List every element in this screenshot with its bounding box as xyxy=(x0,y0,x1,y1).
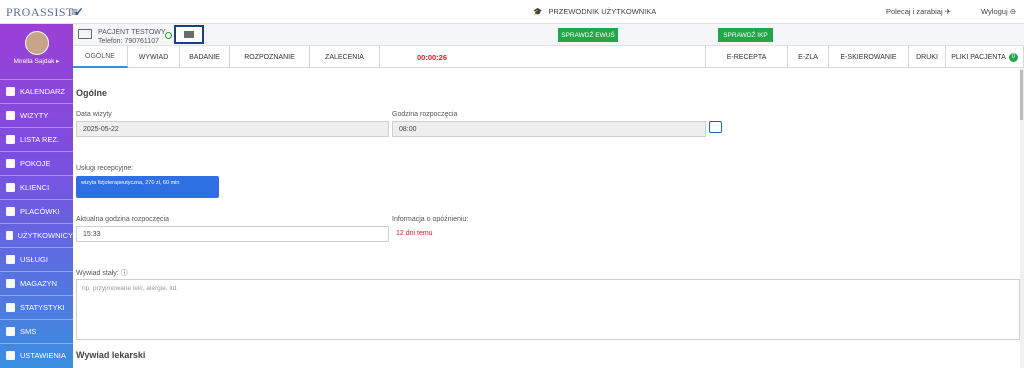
logout-link[interactable]: Wyloguj ⊖ xyxy=(981,7,1016,16)
sidebar-item-9[interactable]: STATYSTYKI xyxy=(0,295,73,319)
visit-date-field[interactable]: 2025-05-22 xyxy=(76,121,389,137)
sms-icon xyxy=(6,327,15,336)
user-guide-link[interactable]: 🎓 PRZEWODNIK UŻYTKOWNIKA xyxy=(533,7,656,16)
sidebar-item-label: WIZYTY xyxy=(20,111,49,120)
tab-patient-files[interactable]: PLIKI PACJENTA 0 xyxy=(946,46,1024,68)
actual-start-label: Aktualna godzina rozpoczęcia xyxy=(76,216,170,223)
tab-diagnosis[interactable]: ROZPOZNANIE xyxy=(230,46,310,68)
tab-e-referral[interactable]: E-SKIEROWANIE xyxy=(829,46,909,68)
sidebar-item-label: UŻYTKOWNICY xyxy=(17,231,73,240)
sidebar-item-label: MAGAZYN xyxy=(20,279,58,288)
tools-icon xyxy=(6,351,15,360)
user-profile[interactable]: Mirella Sajdak ▸ xyxy=(0,31,73,79)
sidebar-item-3[interactable]: POKOJE xyxy=(0,151,73,175)
actual-start-field[interactable]: 15:33 xyxy=(76,226,389,242)
sidebar-item-label: USTAWIENIA xyxy=(20,351,66,360)
patient-name: PACJENT TESTOWY xyxy=(98,29,166,36)
tab-recommendations[interactable]: ZALECENIA xyxy=(310,46,380,68)
tab-e-zla[interactable]: E-ZLA xyxy=(788,46,829,68)
sidebar-item-label: KLIENCI xyxy=(20,183,50,192)
check-ewus-button[interactable]: SPRAWDŹ EWUŚ xyxy=(558,28,618,42)
sidebar-item-2[interactable]: LISTA REZ. xyxy=(0,127,73,151)
visit-date-label: Data wizyty xyxy=(76,111,112,118)
calendar-edit-icon[interactable] xyxy=(709,121,722,133)
section-title: Ogólne xyxy=(76,88,107,98)
tab-e-prescription[interactable]: E-RECEPTA xyxy=(706,46,788,68)
document-icon xyxy=(6,135,15,144)
tab-examination[interactable]: BADANIE xyxy=(180,46,230,68)
visit-timer: 00:00:26 xyxy=(417,53,448,62)
graduation-cap-icon: 🎓 xyxy=(533,7,543,16)
building-icon xyxy=(6,207,15,216)
sidebar-item-label: POKOJE xyxy=(20,159,51,168)
box-icon xyxy=(6,279,15,288)
history-label: Wywiad stały: ⓘ xyxy=(76,270,128,277)
delay-value: 12 dni temu xyxy=(396,230,433,237)
sidebar-item-label: PLACÓWKI xyxy=(20,207,60,216)
sidebar-item-label: KALENDARZ xyxy=(20,87,66,96)
sidebar: Mirella Sajdak ▸ KALENDARZ WIZYTY LISTA RE… xyxy=(0,24,73,368)
sidebar-item-5[interactable]: PLACÓWKI xyxy=(0,199,73,223)
sidebar-item-6[interactable]: UŻYTKOWNICY xyxy=(0,223,73,247)
start-time-field[interactable]: 08:00 xyxy=(392,121,706,137)
check-ikp-button[interactable]: SPRAWDŹ IKP xyxy=(718,28,773,42)
start-time-label: Godzina rozpoczęcia xyxy=(392,111,458,118)
sidebar-item-label: SMS xyxy=(20,327,37,336)
user-icon xyxy=(6,231,13,240)
services-label: Usługi recepcyjne: xyxy=(76,165,134,172)
delay-label: Informacja o opóźnieniu: xyxy=(392,216,469,223)
sidebar-item-10[interactable]: SMS xyxy=(0,319,73,343)
medical-interview-title: Wywiad lekarski xyxy=(76,350,146,360)
visit-tabs: OGÓLNE WYWIAD BADANIE ROZPOZNANIE ZALECE… xyxy=(73,46,1024,68)
user-name: Mirella Sajdak ▸ xyxy=(13,58,60,65)
tab-interview[interactable]: WYWIAD xyxy=(128,46,180,68)
whatsapp-icon[interactable] xyxy=(165,32,172,39)
sidebar-item-8[interactable]: MAGAZYN xyxy=(0,271,73,295)
tab-general[interactable]: OGÓLNE xyxy=(73,46,128,68)
service-chip[interactable]: wizyta fizjoterapeutyczna, 270 zł, 60 mi… xyxy=(76,176,219,198)
patient-bar: PACJENT TESTOWY Telefon: 790761107 SPRAWD… xyxy=(73,24,1024,46)
room-icon xyxy=(6,159,15,168)
sidebar-item-4[interactable]: KLIENCI xyxy=(0,175,73,199)
copy-icon xyxy=(184,31,194,38)
calendar-icon xyxy=(6,87,15,96)
top-bar: PROASSIST✓ ≡ 🎓 PRZEWODNIK UŻYTKOWNIKA Pol… xyxy=(0,0,1024,24)
scrollbar[interactable] xyxy=(1020,68,1024,368)
patient-phone: Telefon: 790761107 xyxy=(98,38,159,45)
sidebar-item-0[interactable]: KALENDARZ xyxy=(0,79,73,103)
menu-toggle-icon[interactable]: ≡ xyxy=(71,5,78,19)
sidebar-item-label: USŁUGI xyxy=(20,255,48,264)
list-icon xyxy=(6,111,15,120)
sidebar-item-11[interactable]: USTAWIENIA xyxy=(0,343,73,367)
chart-icon xyxy=(6,303,15,312)
grid-icon xyxy=(6,255,15,264)
history-textarea[interactable]: np. przyjmowane leki, alergie, itd. xyxy=(76,279,1020,340)
avatar xyxy=(24,31,49,55)
tab-prints[interactable]: DRUKI xyxy=(909,46,946,68)
help-icon[interactable]: ⓘ xyxy=(121,270,128,277)
refer-link[interactable]: Polecaj i zarabiaj ✈ xyxy=(886,7,951,16)
files-count-badge: 0 xyxy=(1008,52,1018,62)
sidebar-item-label: STATYSTYKI xyxy=(20,303,65,312)
sidebar-item-7[interactable]: USŁUGI xyxy=(0,247,73,271)
sidebar-item-1[interactable]: WIZYTY xyxy=(0,103,73,127)
clients-icon xyxy=(6,183,15,192)
sidebar-item-label: LISTA REZ. xyxy=(20,135,60,144)
copy-button[interactable] xyxy=(174,25,204,44)
id-card-icon xyxy=(78,29,92,39)
